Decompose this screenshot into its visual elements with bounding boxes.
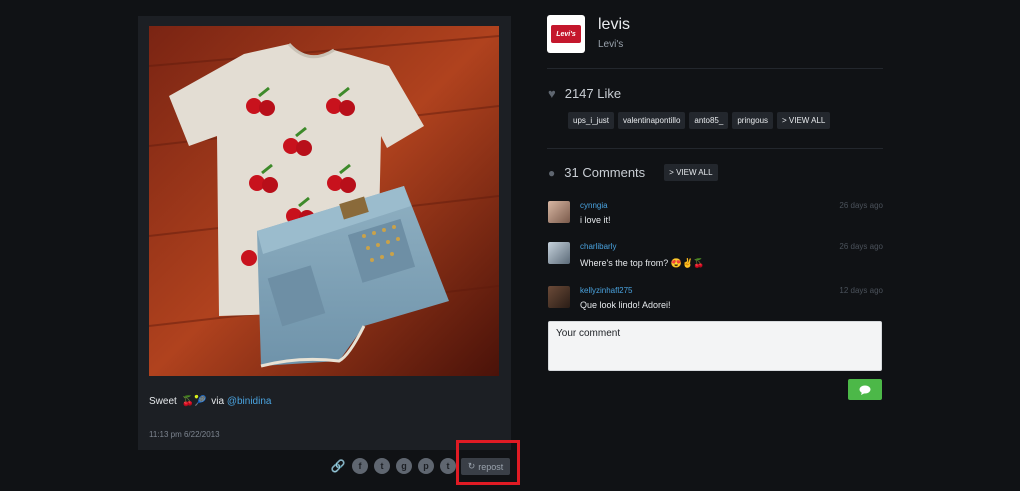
comment-username[interactable]: cynngia	[580, 201, 608, 210]
post-card: Sweet 🍒🎾 via @binidina 11:13 pm 6/22/201…	[138, 16, 511, 450]
link-icon[interactable]: 🔗	[330, 458, 346, 474]
divider	[547, 68, 883, 69]
chat-bubble-icon	[859, 385, 871, 395]
caption-mention-link[interactable]: @binidina	[227, 396, 272, 407]
caption-text: Sweet	[149, 396, 177, 407]
tumblr-icon[interactable]: t	[440, 458, 456, 474]
caption-emoji: 🍒🎾	[181, 396, 207, 407]
post-photo[interactable]	[149, 26, 499, 376]
comment-text: Que look lindo! Adorei!	[580, 300, 671, 310]
view-all-comments-button[interactable]: > VIEW ALL	[664, 164, 718, 181]
levis-logo: Levi's	[551, 25, 581, 43]
likes-count: 2147 Like	[564, 86, 622, 101]
comment-text: i love it!	[580, 215, 611, 225]
avatar[interactable]	[548, 286, 570, 308]
comment-time: 26 days ago	[839, 242, 883, 251]
brand-avatar[interactable]: Levi's	[547, 15, 585, 53]
post-timestamp: 11:13 pm 6/22/2013	[149, 430, 220, 439]
avatar[interactable]	[548, 201, 570, 223]
brand-username[interactable]: levis	[598, 16, 630, 34]
pinterest-icon[interactable]: p	[418, 458, 434, 474]
photo-illustration	[149, 26, 499, 376]
avatar[interactable]	[548, 242, 570, 264]
comments-header: ● 31 Comments > VIEW ALL	[548, 164, 718, 181]
likes-row: ♥ 2147 Like	[548, 86, 621, 101]
liker-tag[interactable]: valentinapontillo	[618, 112, 686, 129]
liker-tag[interactable]: anto85_	[689, 112, 729, 129]
liker-tag[interactable]: ups_i_just	[568, 112, 615, 129]
brand-display-name: Levi's	[598, 39, 624, 50]
repost-label: repost	[478, 461, 504, 472]
twitter-icon[interactable]: t	[374, 458, 390, 474]
post-caption: Sweet 🍒🎾 via @binidina	[149, 396, 271, 407]
comment-time: 26 days ago	[839, 201, 883, 210]
facebook-icon[interactable]: f	[352, 458, 368, 474]
likers-list: ups_i_just valentinapontillo anto85_ pri…	[568, 112, 831, 129]
google-plus-icon[interactable]: g	[396, 458, 412, 474]
caption-via: via	[211, 396, 225, 407]
comment-username[interactable]: charlibarly	[580, 242, 616, 251]
divider	[547, 148, 883, 149]
liker-tag[interactable]: pringous	[732, 112, 774, 129]
comments-count: 31 Comments	[564, 165, 646, 180]
comment-username[interactable]: kellyzinhafl275	[580, 286, 632, 295]
repost-button[interactable]: ↻ repost	[461, 458, 510, 475]
comment-input[interactable]: Your comment	[548, 321, 882, 371]
comment-item: cynngia i love it! 26 days ago	[548, 201, 883, 229]
view-all-likes-button[interactable]: > VIEW ALL	[777, 112, 831, 129]
comment-text: Where's the top from? 😍✌🍒	[580, 258, 705, 268]
send-comment-button[interactable]	[848, 379, 882, 400]
comment-time: 12 days ago	[839, 286, 883, 295]
repost-icon: ↻	[467, 461, 476, 471]
heart-icon[interactable]: ♥	[548, 86, 556, 101]
comment-bubble-icon: ●	[548, 165, 556, 180]
comment-item: charlibarly Where's the top from? 😍✌🍒 26…	[548, 242, 883, 272]
comment-item: kellyzinhafl275 Que look lindo! Adorei! …	[548, 286, 883, 312]
share-bar: 🔗 f t g p t	[330, 456, 456, 476]
